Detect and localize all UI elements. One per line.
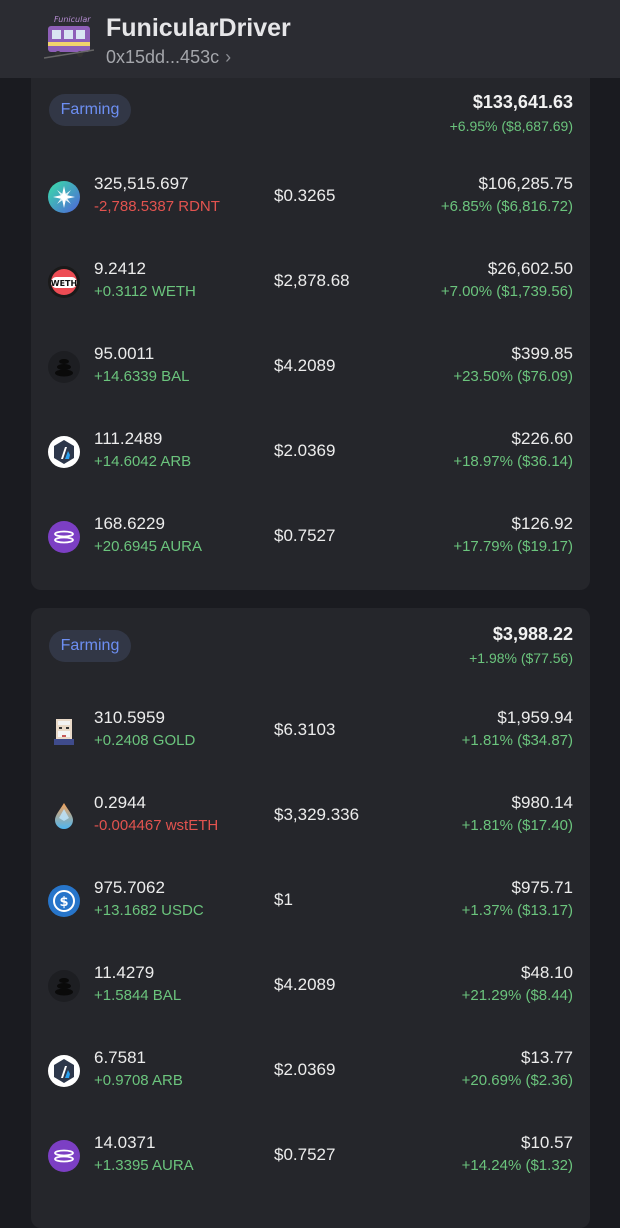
token-change: +7.00% ($1,739.56) bbox=[440, 283, 573, 300]
position-total: $133,641.63 +6.95% ($8,687.69) bbox=[450, 92, 573, 134]
token-change: +1.37% ($13.17) bbox=[461, 902, 573, 919]
token-price: $6.3103 bbox=[274, 720, 336, 739]
wallet-title: FunicularDriver bbox=[106, 14, 291, 42]
token-delta: +1.3395 AURA bbox=[94, 1157, 194, 1174]
token-amount: 111.2489 bbox=[94, 429, 163, 448]
position-total-value: $133,641.63 bbox=[472, 92, 573, 112]
token-row[interactable]: 14.0371 +1.3395 AURA $0.7527 $10.57 +14.… bbox=[31, 1131, 590, 1181]
token-price: $0.7527 bbox=[274, 1145, 336, 1164]
token-row[interactable]: 168.6229 +20.6945 AURA $0.7527 $126.92 +… bbox=[31, 512, 590, 562]
token-amount: 168.6229 bbox=[94, 514, 165, 533]
position-total: $3,988.22 +1.98% ($77.56) bbox=[469, 624, 573, 666]
token-change: +21.29% ($8.44) bbox=[461, 987, 573, 1004]
token-amount: 310.5959 bbox=[94, 708, 165, 727]
arbitrum-icon bbox=[48, 1055, 80, 1087]
gold-icon bbox=[54, 719, 74, 745]
chevron-right-icon: › bbox=[225, 47, 232, 67]
token-row[interactable]: 325,515.697 -2,788.5387 RDNT $0.3265 $10… bbox=[31, 172, 590, 222]
farming-badge: Farming bbox=[49, 94, 131, 126]
token-amount: 325,515.697 bbox=[94, 174, 189, 193]
token-amount: 95.0011 bbox=[94, 344, 155, 363]
svg-text:$: $ bbox=[59, 895, 68, 910]
token-delta: +0.9708 ARB bbox=[94, 1072, 183, 1089]
token-delta: +1.5844 BAL bbox=[94, 987, 182, 1004]
position-total-change: +6.95% ($8,687.69) bbox=[449, 118, 573, 134]
token-price: $4.2089 bbox=[274, 356, 336, 375]
token-value: $126.92 bbox=[511, 514, 573, 533]
token-delta: +14.6339 BAL bbox=[94, 368, 190, 385]
token-price: $2.0369 bbox=[274, 441, 336, 460]
token-row[interactable]: $ 975.7062 +13.1682 USDC $1 $975.71 +1.3… bbox=[31, 876, 590, 926]
token-row[interactable]: 111.2489 +14.6042 ARB $2.0369 $226.60 +1… bbox=[31, 427, 590, 477]
balancer-icon bbox=[48, 970, 80, 1002]
token-change: +6.85% ($6,816.72) bbox=[440, 198, 573, 215]
position-card[interactable]: Farming $133,641.63 +6.95% ($8,687.69) 3… bbox=[31, 62, 590, 590]
position-total-value: $3,988.22 bbox=[492, 624, 573, 644]
token-change: +14.24% ($1.32) bbox=[461, 1157, 573, 1174]
aura-icon bbox=[48, 521, 80, 553]
token-delta: -0.004467 wstETH bbox=[94, 817, 219, 834]
token-change: +1.81% ($34.87) bbox=[461, 732, 573, 749]
wallet-address-link[interactable]: 0x15dd...453c › bbox=[106, 47, 231, 68]
token-row[interactable]: 6.7581 +0.9708 ARB $2.0369 $13.77 +20.69… bbox=[31, 1046, 590, 1096]
token-value: $1,959.94 bbox=[497, 708, 573, 727]
token-row[interactable]: 0.2944 -0.004467 wstETH $3,329.336 $980.… bbox=[31, 791, 590, 841]
token-value: $13.77 bbox=[521, 1048, 573, 1067]
balancer-icon bbox=[48, 351, 80, 383]
token-price: $2.0369 bbox=[274, 1060, 336, 1079]
token-price: $4.2089 bbox=[274, 975, 336, 994]
token-amount: 11.4279 bbox=[94, 963, 155, 982]
token-value: $26,602.50 bbox=[487, 259, 573, 278]
token-row[interactable]: 95.0011 +14.6339 BAL $4.2089 $399.85 +23… bbox=[31, 342, 590, 392]
farming-badge: Farming bbox=[49, 630, 131, 662]
token-price: $2,878.68 bbox=[274, 271, 350, 290]
token-delta: +0.2408 GOLD bbox=[94, 732, 196, 749]
funicular-tram-icon: Funicular bbox=[44, 15, 94, 59]
token-value: $975.71 bbox=[511, 878, 573, 897]
svg-text:Funicular: Funicular bbox=[54, 15, 91, 24]
app-header: Funicular FunicularDriver 0x15dd...453c › bbox=[0, 0, 620, 78]
token-change: +20.69% ($2.36) bbox=[461, 1072, 573, 1089]
token-row[interactable]: 310.5959 +0.2408 GOLD $6.3103 $1,959.94 … bbox=[31, 706, 590, 756]
wsteth-icon bbox=[55, 803, 73, 829]
token-price: $3,329.336 bbox=[274, 805, 360, 824]
weth-icon: WETH bbox=[48, 266, 80, 298]
token-value: $10.57 bbox=[521, 1133, 573, 1152]
token-change: +18.97% ($36.14) bbox=[453, 453, 573, 470]
token-row[interactable]: 11.4279 +1.5844 BAL $4.2089 $48.10 +21.2… bbox=[31, 961, 590, 1011]
token-amount: 975.7062 bbox=[94, 878, 165, 897]
token-value: $106,285.75 bbox=[478, 174, 573, 193]
radiant-icon bbox=[48, 181, 80, 213]
token-change: +17.79% ($19.17) bbox=[453, 538, 573, 555]
token-row[interactable]: WETH 9.2412 +0.3112 WETH $2,878.68 $26,6… bbox=[31, 257, 590, 307]
token-amount: 6.7581 bbox=[94, 1048, 146, 1067]
token-change: +1.81% ($17.40) bbox=[461, 817, 573, 834]
token-value: $980.14 bbox=[511, 793, 573, 812]
svg-text:WETH: WETH bbox=[51, 279, 77, 288]
token-delta: +0.3112 WETH bbox=[94, 283, 196, 300]
usdc-icon: $ bbox=[48, 885, 80, 917]
token-delta: +20.6945 AURA bbox=[94, 538, 202, 555]
arbitrum-icon bbox=[48, 436, 80, 468]
token-delta: +13.1682 USDC bbox=[94, 902, 204, 919]
token-delta: +14.6042 ARB bbox=[94, 453, 192, 470]
aura-icon bbox=[48, 1140, 80, 1172]
token-delta: -2,788.5387 RDNT bbox=[94, 198, 220, 215]
token-change: +23.50% ($76.09) bbox=[453, 368, 573, 385]
position-card[interactable]: Farming $3,988.22 +1.98% ($77.56) 310.59… bbox=[31, 608, 590, 1228]
token-amount: 0.2944 bbox=[94, 793, 146, 812]
wallet-address: 0x15dd...453c bbox=[106, 47, 220, 67]
token-amount: 14.0371 bbox=[94, 1133, 156, 1152]
token-price: $0.7527 bbox=[274, 526, 336, 545]
token-price: $0.3265 bbox=[274, 186, 336, 205]
token-value: $48.10 bbox=[521, 963, 573, 982]
token-price: $1 bbox=[274, 890, 293, 909]
token-amount: 9.2412 bbox=[94, 259, 146, 278]
token-value: $399.85 bbox=[511, 344, 573, 363]
token-value: $226.60 bbox=[511, 429, 573, 448]
position-total-change: +1.98% ($77.56) bbox=[469, 650, 573, 666]
